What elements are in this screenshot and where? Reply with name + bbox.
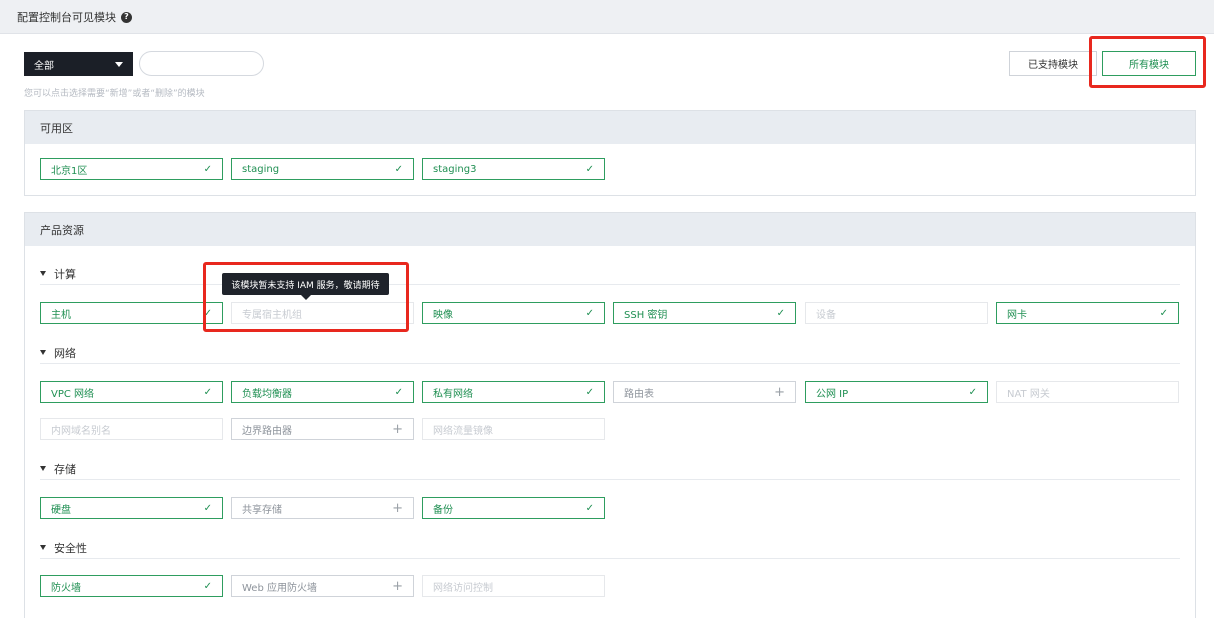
check-icon: ✓: [203, 502, 212, 514]
module-item: NAT 网关: [996, 381, 1179, 403]
module-item[interactable]: 私有网络 ✓: [422, 381, 605, 403]
module-item[interactable]: 防火墙 ✓: [40, 575, 223, 597]
module-label: SSH 密钥: [624, 309, 668, 321]
check-icon: ✓: [203, 580, 212, 592]
hint-text: 您可以点击选择需要“新增”或者“删除”的模块: [24, 89, 205, 99]
check-icon: ✓: [394, 386, 403, 398]
module-label: 公网 IP: [816, 388, 849, 400]
supported-modules-button[interactable]: 已支持模块: [1009, 51, 1097, 76]
group-security-header[interactable]: 安全性: [40, 537, 1180, 559]
module-item[interactable]: SSH 密钥 ✓: [613, 302, 796, 324]
all-modules-button[interactable]: 所有模块: [1102, 51, 1196, 76]
module-label: 主机: [51, 309, 71, 321]
caret-down-icon: [40, 466, 46, 471]
module-item[interactable]: 映像 ✓: [422, 302, 605, 324]
module-label: 硬盘: [51, 504, 71, 516]
module-label: 私有网络: [433, 388, 473, 400]
module-label: 边界路由器: [242, 425, 292, 437]
module-label: 防火墙: [51, 582, 81, 594]
region-panel: 可用区: [24, 110, 1196, 196]
module-item[interactable]: Web 应用防火墙 +: [231, 575, 414, 597]
group-network-header[interactable]: 网络: [40, 342, 1180, 364]
tooltip: 该模块暂未支持 IAM 服务，敬请期待: [222, 273, 389, 295]
product-panel-title: 产品资源: [25, 213, 1195, 246]
group-storage-header[interactable]: 存储: [40, 458, 1180, 480]
module-item[interactable]: 主机 ✓: [40, 302, 223, 324]
region-panel-title: 可用区: [25, 111, 1195, 144]
page-title-text: 配置控制台可见模块: [17, 11, 116, 24]
group-title: 计算: [54, 267, 76, 281]
module-label: 专属宿主机组: [242, 309, 302, 321]
group-title: 存储: [54, 462, 76, 476]
module-item: 网络流量镜像: [422, 418, 605, 440]
check-icon: ✓: [394, 163, 403, 175]
module-label: 映像: [433, 309, 453, 321]
check-icon: ✓: [968, 386, 977, 398]
module-label: 网卡: [1007, 309, 1027, 321]
group-title: 安全性: [54, 541, 87, 555]
check-icon: ✓: [203, 307, 212, 319]
module-item[interactable]: 备份 ✓: [422, 497, 605, 519]
module-item[interactable]: 边界路由器 +: [231, 418, 414, 440]
module-item[interactable]: 负载均衡器 ✓: [231, 381, 414, 403]
group-title: 网络: [54, 346, 76, 360]
module-item[interactable]: VPC 网络 ✓: [40, 381, 223, 403]
module-label: staging: [242, 163, 280, 175]
module-item: 内网域名别名: [40, 418, 223, 440]
check-icon: ✓: [585, 307, 594, 319]
check-icon: ✓: [203, 386, 212, 398]
module-item[interactable]: staging ✓: [231, 158, 414, 180]
caret-down-icon: [40, 545, 46, 550]
module-item[interactable]: 硬盘 ✓: [40, 497, 223, 519]
plus-icon: +: [774, 384, 785, 400]
module-label: 备份: [433, 504, 453, 516]
module-item: 专属宿主机组: [231, 302, 414, 324]
module-label: 设备: [816, 309, 836, 321]
module-item[interactable]: 北京1区 ✓: [40, 158, 223, 180]
scope-select-value: 全部: [34, 60, 54, 72]
module-item: 设备: [805, 302, 988, 324]
module-item[interactable]: 公网 IP ✓: [805, 381, 988, 403]
top-bar: 配置控制台可见模块 ?: [0, 0, 1214, 34]
caret-down-icon: [40, 350, 46, 355]
module-label: 共享存储: [242, 504, 282, 516]
module-item[interactable]: staging3 ✓: [422, 158, 605, 180]
check-icon: ✓: [585, 163, 594, 175]
check-icon: ✓: [585, 386, 594, 398]
module-label: staging3: [433, 163, 477, 175]
plus-icon: +: [392, 421, 403, 437]
help-icon[interactable]: ?: [121, 11, 132, 23]
module-label: NAT 网关: [1007, 388, 1050, 400]
module-label: 负载均衡器: [242, 388, 292, 400]
plus-icon: +: [392, 578, 403, 594]
module-item: 网络访问控制: [422, 575, 605, 597]
group-compute-header[interactable]: 计算: [40, 263, 1180, 285]
check-icon: ✓: [1159, 307, 1168, 319]
plus-icon: +: [392, 500, 403, 516]
page-title: 配置控制台可见模块 ?: [17, 9, 132, 25]
scope-select[interactable]: 全部: [24, 52, 133, 76]
caret-down-icon: [115, 61, 123, 67]
module-item[interactable]: 路由表 +: [613, 381, 796, 403]
module-item[interactable]: 共享存储 +: [231, 497, 414, 519]
module-label: 内网域名别名: [51, 425, 111, 437]
module-label: 网络流量镜像: [433, 425, 493, 437]
module-label: Web 应用防火墙: [242, 582, 317, 594]
module-label: VPC 网络: [51, 388, 95, 400]
caret-down-icon: [40, 271, 46, 276]
check-icon: ✓: [203, 163, 212, 175]
check-icon: ✓: [585, 502, 594, 514]
module-item[interactable]: 网卡 ✓: [996, 302, 1179, 324]
module-label: 网络访问控制: [433, 582, 493, 594]
module-label: 北京1区: [51, 165, 88, 177]
tooltip-arrow: [301, 295, 311, 300]
module-label: 路由表: [624, 388, 654, 400]
check-icon: ✓: [776, 307, 785, 319]
search-input[interactable]: [139, 51, 264, 76]
